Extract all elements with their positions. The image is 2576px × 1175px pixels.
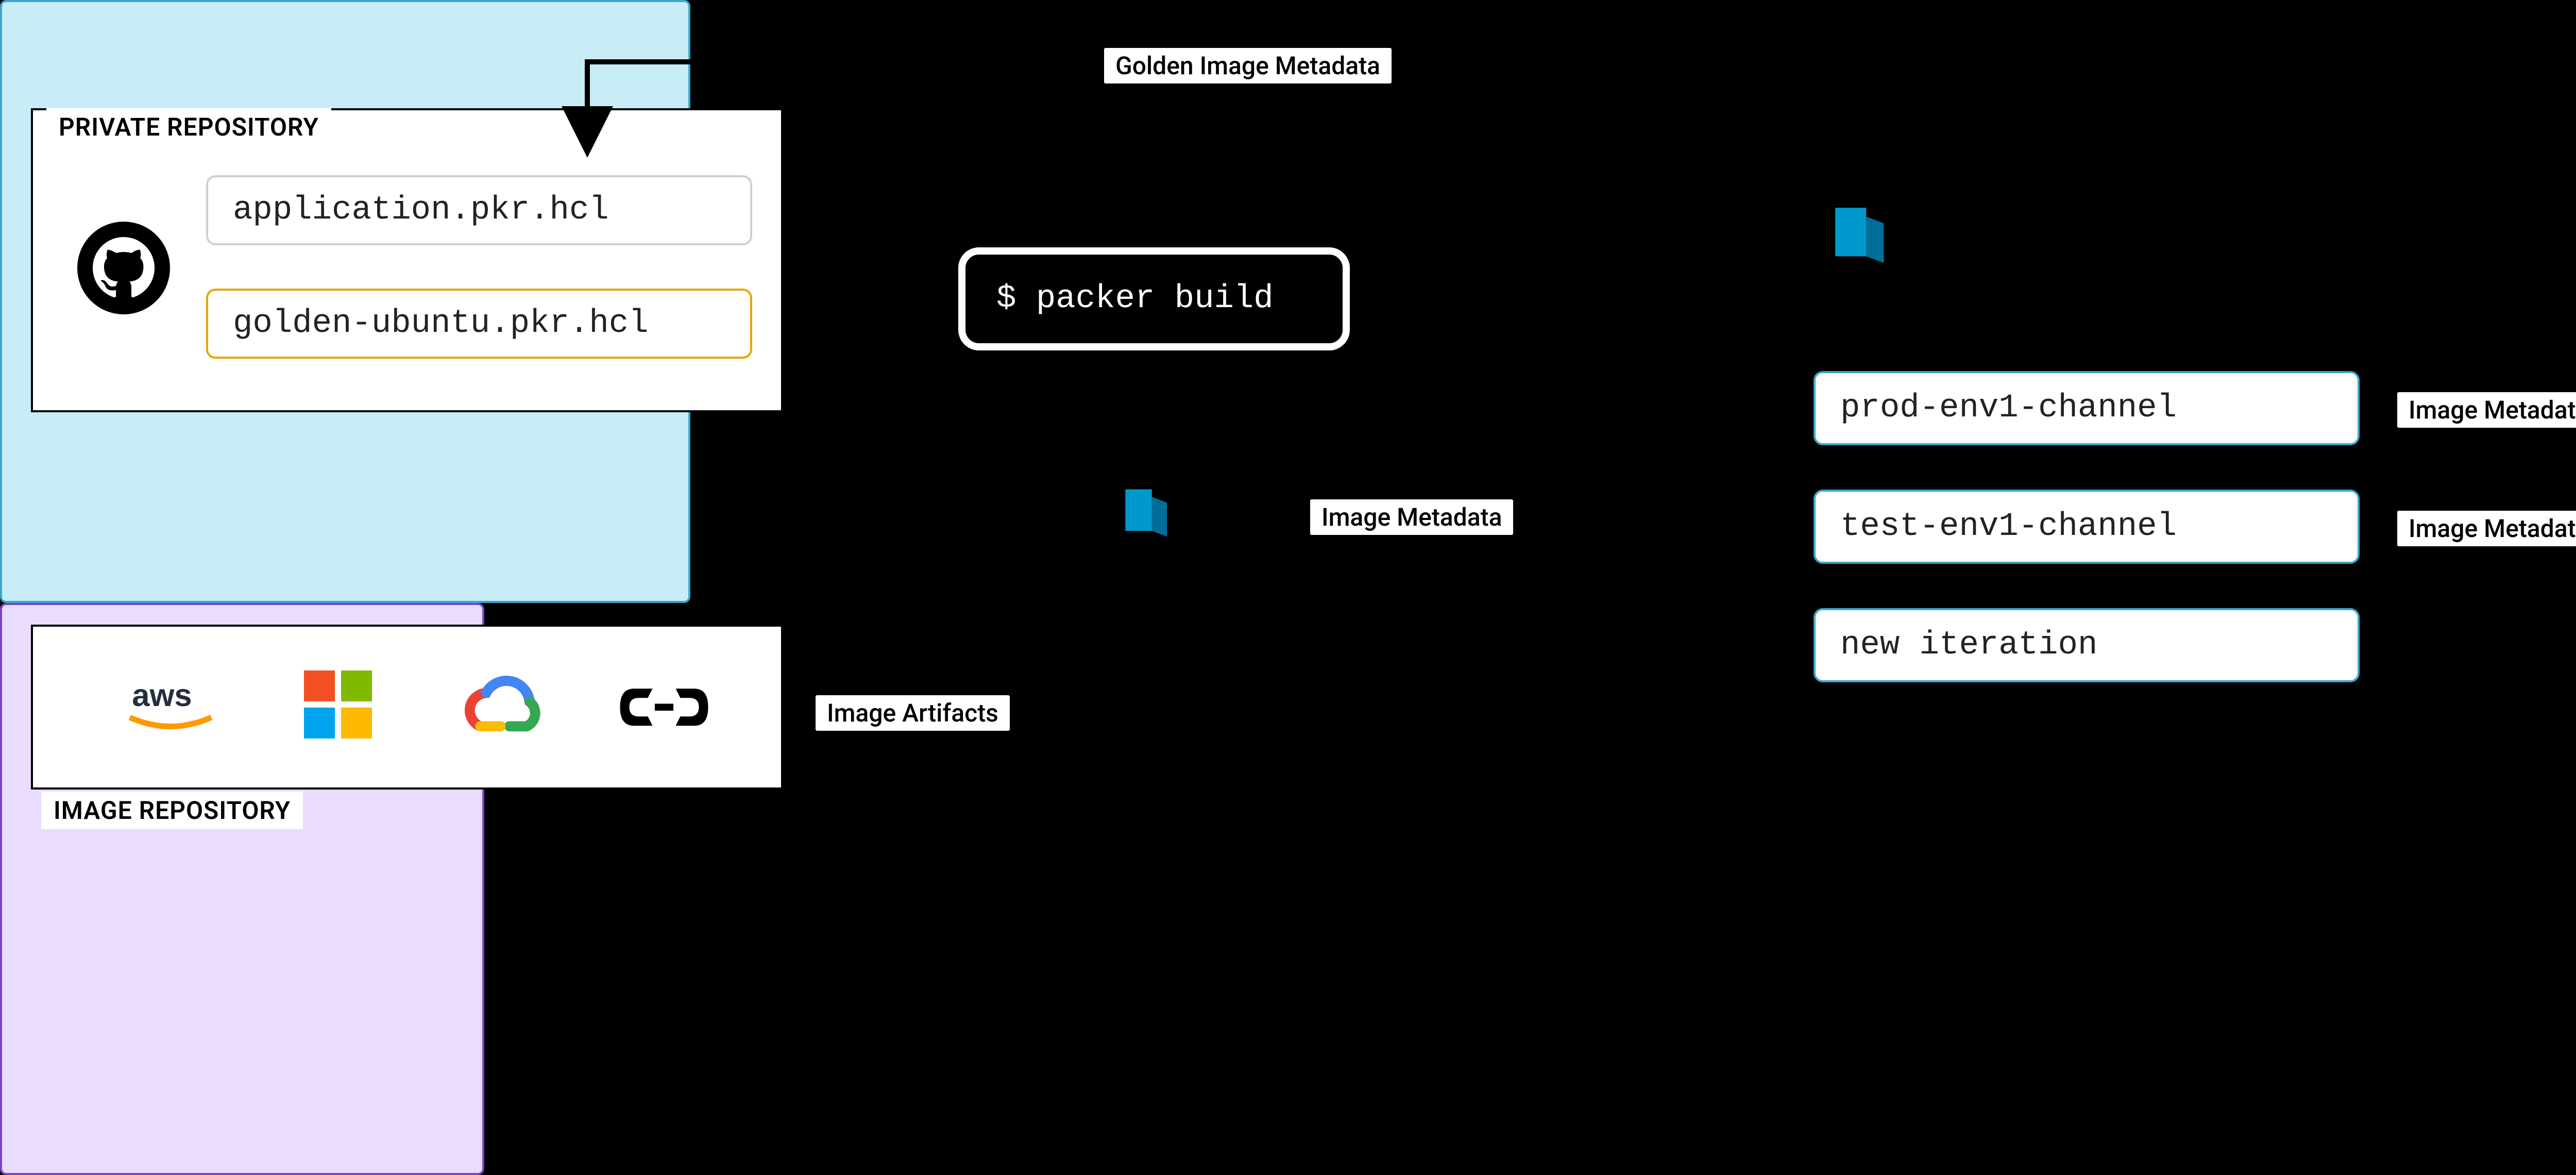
golden-metadata-label: Golden Image Metadata (1103, 46, 1393, 85)
image-artifacts-label: Image Artifacts (814, 694, 1011, 732)
image-metadata-label-3: Image Metadata (2396, 509, 2576, 548)
image-metadata-label-2: Image Metadata (2396, 391, 2576, 429)
image-metadata-label-1: Image Metadata (1309, 498, 1515, 536)
golden-metadata-arrow (0, 0, 2576, 847)
private-repository-title: PRIVATE REPOSITORY (46, 108, 331, 146)
image-repository-title: IMAGE REPOSITORY (41, 792, 303, 829)
